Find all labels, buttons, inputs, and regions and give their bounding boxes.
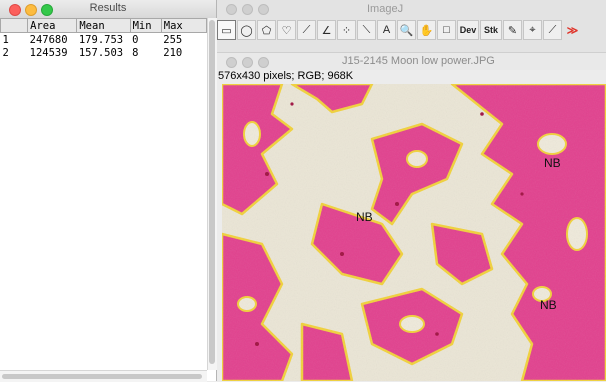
micrograph-image [222,84,606,381]
results-vertical-scrollbar[interactable] [207,18,217,370]
cell-mean: 179.753 [78,33,124,46]
imagej-toolbar: ▭ ◯ ⬠ ♡ ⟋ ∠ ⁘ ⟍ A 🔍 ✋ □ Dev Stk ✎ ⌖ ⟋ ≫ [217,20,583,42]
cell-area: 124539 [29,46,68,59]
zoom-window-button[interactable] [258,57,269,68]
results-header-row: Area Mean Min Max [0,18,208,33]
table-row[interactable]: 2 124539 157.503 8 210 [1,46,207,59]
text-tool[interactable]: A [377,20,396,40]
row-index: 2 [2,46,9,59]
column-header-min[interactable]: Min [129,18,162,33]
rectangle-tool[interactable]: ▭ [217,20,236,40]
vertical-scroll-thumb[interactable] [209,20,215,364]
column-header-max[interactable]: Max [160,18,208,33]
angle-tool[interactable]: ∠ [317,20,336,40]
close-window-button[interactable] [226,4,237,15]
imagej-window: ImageJ ▭ ◯ ⬠ ♡ ⟋ ∠ ⁘ ⟍ A 🔍 ✋ □ Dev Stk ✎ ⌖ ⟋ ≫ [217,0,606,52]
zoom-window-button[interactable] [258,4,269,15]
stack-menu[interactable]: Stk [480,20,502,40]
close-window-button[interactable] [226,57,237,68]
image-info: 576x430 pixels; RGB; 968K [218,70,354,82]
point-tool[interactable]: ⁘ [337,20,356,40]
image-titlebar[interactable]: J15-2145 Moon low power.JPG [217,52,606,70]
developer-menu[interactable]: Dev [457,20,479,40]
image-title: J15-2145 Moon low power.JPG [342,55,495,67]
cell-max: 210 [163,46,183,59]
wand-tool[interactable]: ⟍ [357,20,376,40]
results-title: Results [89,2,127,14]
minimize-window-button[interactable] [242,4,253,15]
cell-max: 255 [163,33,183,46]
more-tools[interactable]: ≫ [563,20,582,40]
freehand-tool[interactable]: ♡ [277,20,296,40]
cell-mean: 157.503 [78,46,124,59]
hand-tool[interactable]: ✋ [417,20,436,40]
brush-tool[interactable]: ✎ [503,20,522,40]
nb-label: NB [540,298,557,312]
cell-area: 247680 [29,33,68,46]
table-row[interactable]: 1 247680 179.753 0 255 [1,33,207,47]
imagej-titlebar[interactable]: ImageJ [217,0,606,18]
flood-fill-tool[interactable]: ⌖ [523,20,542,40]
cell-min: 8 [132,46,139,59]
magnifier-tool[interactable]: 🔍 [397,20,416,40]
cell-min: 0 [132,33,139,46]
column-header-index[interactable] [0,18,29,33]
results-table: Area Mean Min Max 1 247680 179.753 0 255… [0,18,208,59]
micrograph-canvas[interactable]: NB NB NB [222,84,606,381]
image-window: J15-2145 Moon low power.JPG 576x430 pixe… [217,52,606,381]
color-picker-tool[interactable]: □ [437,20,456,40]
polygon-tool[interactable]: ⬠ [257,20,276,40]
line-tool[interactable]: ⟋ [297,20,316,40]
oval-tool[interactable]: ◯ [237,20,256,40]
nb-label: NB [356,210,373,224]
column-header-area[interactable]: Area [27,18,78,33]
dropper-tool[interactable]: ⟋ [543,20,562,40]
results-horizontal-scrollbar[interactable] [0,370,207,382]
minimize-window-button[interactable] [242,57,253,68]
nb-label: NB [544,156,561,170]
imagej-title: ImageJ [367,3,404,15]
row-index: 1 [2,33,9,46]
horizontal-scroll-thumb[interactable] [2,374,202,379]
column-header-mean[interactable]: Mean [76,18,131,33]
results-titlebar[interactable]: Results [0,0,216,19]
results-window: Results Area Mean Min Max 1 247680 179.7… [0,0,217,382]
